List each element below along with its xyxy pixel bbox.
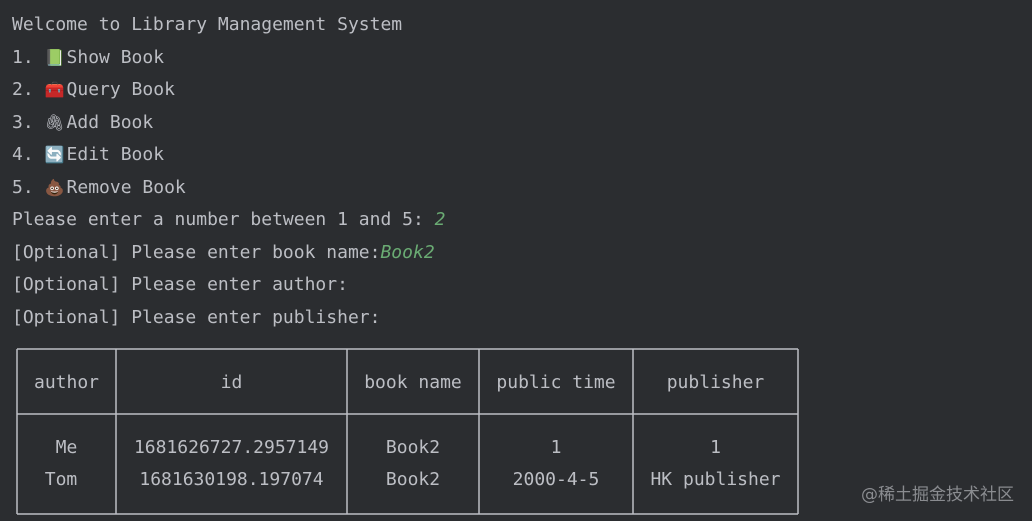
menu-item-add-book: 3. 🖇Add Book — [12, 110, 153, 136]
number-input[interactable]: 2 — [435, 209, 446, 230]
watermark: @稀土掘金技术社区 — [861, 485, 1014, 505]
green-book-icon: 📗 — [44, 48, 65, 67]
menu-number: 5. — [12, 177, 34, 198]
table-cell: 1 — [550, 437, 562, 458]
menu-number: 3. — [12, 112, 34, 133]
menu-number: 4. — [12, 144, 34, 165]
terminal-window: { "terminal": { "welcome": "Welcome to L… — [0, 0, 1032, 521]
table-cell: 1681630198.197074 — [139, 469, 324, 490]
header-public-time: public time — [496, 372, 616, 393]
table-cell: 1681626727.2957149 — [133, 437, 330, 458]
table-cell: HK publisher — [650, 469, 781, 490]
menu-label: Show Book — [66, 47, 165, 68]
table-cell: Tom — [44, 469, 78, 490]
header-id: id — [220, 372, 243, 393]
header-book-name: book name — [364, 372, 462, 393]
header-author: author — [33, 372, 100, 393]
book-name-prompt-line: [Optional] Please enter book name:Book2 — [12, 240, 435, 266]
menu-item-show-book: 1. 📗 Show Book — [12, 45, 164, 71]
table-cell: 1 — [710, 437, 721, 458]
author-prompt: [Optional] Please enter author: — [12, 274, 348, 295]
poop-icon: 💩 — [44, 178, 65, 197]
menu-item-remove-book: 5. 💩 Remove Book — [12, 175, 186, 201]
paperclip-icon: 🖇 — [44, 113, 65, 132]
menu-label: Remove Book — [66, 177, 186, 198]
book-name-prompt: [Optional] Please enter book name: — [12, 242, 381, 263]
toolbox-icon: 🧰 — [44, 80, 65, 99]
menu-label: Add Book — [66, 112, 154, 133]
menu-item-query-book: 2. 🧰 Query Book — [12, 77, 175, 103]
results-table: author id book name public time publishe… — [16, 348, 799, 515]
publisher-prompt: [Optional] Please enter publisher: — [12, 307, 381, 328]
number-prompt: Please enter a number between 1 and 5: — [12, 209, 435, 230]
refresh-icon: 🔄 — [44, 145, 65, 164]
book-name-input[interactable]: Book2 — [380, 242, 434, 263]
menu-number: 1. — [12, 47, 34, 68]
number-prompt-line: Please enter a number between 1 and 5: 2 — [12, 207, 445, 233]
table-cell: Book2 — [385, 469, 441, 490]
table-cell: Me — [55, 437, 78, 458]
table-cell: Book2 — [385, 437, 441, 458]
menu-label: Query Book — [66, 79, 175, 100]
menu-label: Edit Book — [66, 144, 165, 165]
menu-item-edit-book: 4. 🔄 Edit Book — [12, 142, 164, 168]
welcome-text: Welcome to Library Management System — [12, 14, 403, 35]
menu-number: 2. — [12, 79, 34, 100]
table-cell: 2000-4-5 — [512, 469, 600, 490]
header-publisher: publisher — [666, 372, 765, 393]
